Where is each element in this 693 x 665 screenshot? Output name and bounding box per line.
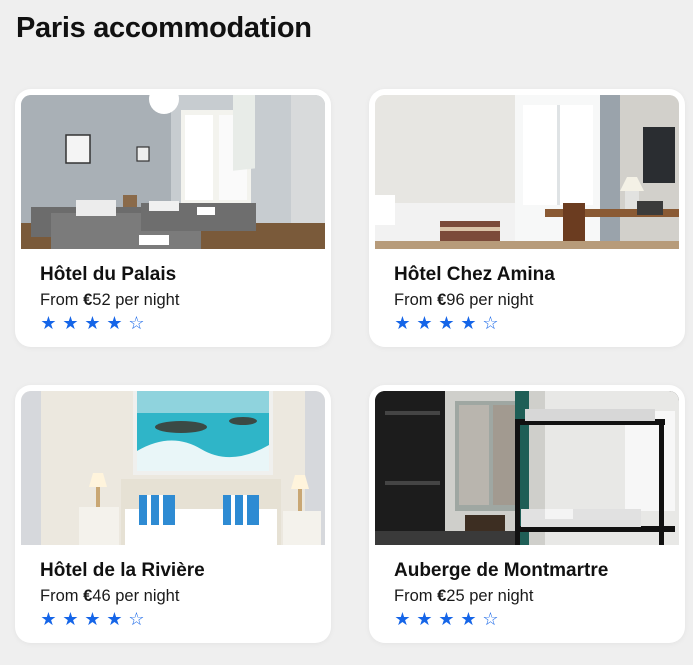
seaside-painting-room-photo[interactable] [21,391,325,545]
currency-symbol: € [83,587,93,605]
star-filled-icon: ★ [460,609,477,629]
bunk-bed-dorm-photo[interactable] [375,391,679,545]
hotel-name[interactable]: Hôtel Chez Amina [394,264,555,286]
star-empty-icon: ☆ [128,313,145,333]
star-rating: ★ ★ ★ ★ ☆ [393,313,500,333]
star-filled-icon: ★ [438,313,455,333]
star-filled-icon: ★ [438,609,455,629]
hotel-price: From €96 per night [394,291,534,309]
currency-symbol: € [437,291,447,309]
hotel-name[interactable]: Hôtel du Palais [40,264,176,286]
star-filled-icon: ★ [106,609,123,629]
star-empty-icon: ☆ [482,609,499,629]
star-filled-icon: ★ [40,313,57,333]
star-filled-icon: ★ [62,609,79,629]
star-rating: ★ ★ ★ ★ ☆ [39,313,146,333]
star-filled-icon: ★ [40,609,57,629]
star-rating: ★ ★ ★ ★ ☆ [39,609,146,629]
hotel-name[interactable]: Auberge de Montmartre [394,560,608,582]
bedroom-desk-photo[interactable] [375,95,679,249]
hotel-price: From €52 per night [40,291,180,309]
hotel-card[interactable]: Hôtel du Palais From €52 per night ★ ★ ★ ★ ☆ [15,89,331,347]
hotel-card[interactable]: Hôtel de la Rivière From €46 per night ★… [15,385,331,643]
star-filled-icon: ★ [62,313,79,333]
star-empty-icon: ☆ [128,609,145,629]
star-filled-icon: ★ [416,609,433,629]
currency-symbol: € [437,587,447,605]
star-filled-icon: ★ [416,313,433,333]
hotel-grid: Hôtel du Palais From €52 per night ★ ★ ★ ★ ☆ [0,0,693,665]
hotel-name[interactable]: Hôtel de la Rivière [40,560,205,582]
hotel-card[interactable]: Auberge de Montmartre From €25 per night… [369,385,685,643]
star-filled-icon: ★ [84,313,101,333]
hotel-card[interactable]: Hôtel Chez Amina From €96 per night ★ ★ ★ ★… [369,89,685,347]
star-filled-icon: ★ [84,609,101,629]
currency-symbol: € [83,291,93,309]
hotel-price: From €46 per night [40,587,180,605]
twin-room-photo[interactable] [21,95,325,249]
star-filled-icon: ★ [394,609,411,629]
star-empty-icon: ☆ [482,313,499,333]
star-filled-icon: ★ [394,313,411,333]
star-filled-icon: ★ [460,313,477,333]
star-rating: ★ ★ ★ ★ ☆ [393,609,500,629]
star-filled-icon: ★ [106,313,123,333]
hotel-price: From €25 per night [394,587,534,605]
